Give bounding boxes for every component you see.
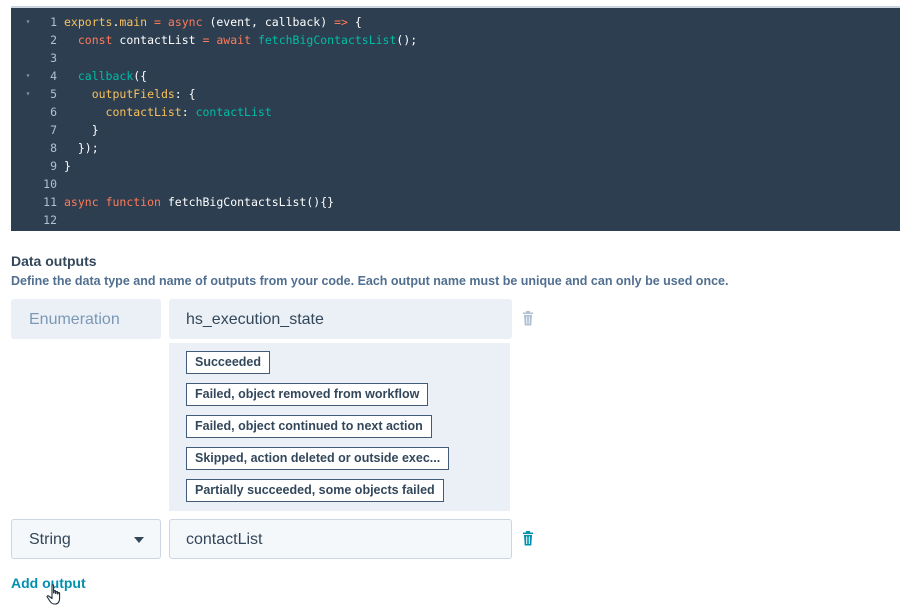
enumeration-option: Failed, object continued to next action <box>186 415 432 438</box>
output-type-select[interactable]: String <box>11 519 161 559</box>
code-token: async <box>167 15 203 29</box>
code-line[interactable]: 7 } <box>11 121 900 139</box>
output-type-selected-value: String <box>29 531 71 548</box>
code-line[interactable]: ▾ 1 exports.main = async (event, callback)… <box>11 13 900 31</box>
output-type-enumeration: Enumeration <box>11 299 161 339</box>
code-token: async <box>64 195 99 209</box>
code-line[interactable]: 3 <box>11 49 900 67</box>
code-line[interactable]: 6 contactList: contactList <box>11 103 900 121</box>
line-number: 9 <box>50 159 57 173</box>
code-editor[interactable]: ▾ 1 exports.main = async (event, callback)… <box>11 6 900 231</box>
code-token: }); <box>64 141 99 155</box>
code-line[interactable]: 9} <box>11 157 900 175</box>
fold-arrow-icon[interactable]: ▾ <box>23 85 33 103</box>
code-token: const <box>77 33 113 47</box>
fold-arrow-icon[interactable]: ▾ <box>23 13 33 31</box>
output-name-hs-execution-state: hs_execution_state <box>169 299 512 339</box>
code-token: contactList <box>195 105 272 119</box>
code-token: contactList <box>105 105 182 119</box>
code-token: : { <box>174 87 196 101</box>
line-number: 1 <box>50 15 57 29</box>
code-token: contactList <box>112 33 203 47</box>
code-token: main <box>119 15 148 29</box>
code-token: ({ <box>133 69 148 83</box>
hand-pointer-icon <box>46 584 61 605</box>
code-token: await <box>216 33 251 47</box>
code-token: } <box>64 123 99 137</box>
code-line[interactable]: ▾ 4 callback({ <box>11 67 900 85</box>
line-number: 4 <box>50 69 57 83</box>
line-number: 8 <box>50 141 57 155</box>
code-token: outputFields <box>91 87 175 101</box>
code-token: : <box>181 105 196 119</box>
code-token: } <box>64 159 71 173</box>
data-outputs-title: Data outputs <box>11 253 97 269</box>
code-token: (); <box>396 33 418 47</box>
code-line[interactable]: 8 }); <box>11 139 900 157</box>
enumeration-options-panel: Succeeded Failed, object removed from wor… <box>169 343 510 511</box>
trash-icon <box>523 311 533 326</box>
code-text: outputFields: { <box>64 85 196 103</box>
code-text: exports.main = async (event, callback) =… <box>64 13 362 31</box>
code-text: async function fetchBigContactsList(){} <box>64 193 334 211</box>
code-text: const contactList = await fetchBigContac… <box>64 31 417 49</box>
trash-icon[interactable] <box>521 531 535 547</box>
code-text: } <box>64 121 99 139</box>
code-token: => <box>334 15 348 29</box>
code-text: contactList: contactList <box>64 103 272 121</box>
code-line[interactable]: 11 async function fetchBigContactsList(){… <box>11 193 900 211</box>
code-token: { <box>347 15 362 29</box>
code-token: (event, callback) <box>202 15 335 29</box>
code-text: callback({ <box>64 67 147 85</box>
data-outputs-description: Define the data type and name of outputs… <box>11 274 729 288</box>
code-token: = <box>147 15 168 29</box>
code-text: } <box>64 157 71 175</box>
fold-arrow-icon[interactable]: ▾ <box>23 67 33 85</box>
enumeration-option: Failed, object removed from workflow <box>186 383 429 406</box>
enumeration-option: Succeeded <box>186 351 271 374</box>
code-token: fetchBigContactsList <box>257 33 397 47</box>
code-token: exports <box>64 15 113 29</box>
line-number: 5 <box>50 87 57 101</box>
line-number: 7 <box>50 123 57 137</box>
output-name-input[interactable]: contactList <box>169 519 512 559</box>
line-number: 12 <box>43 213 57 227</box>
code-line[interactable]: 2 const contactList = await fetchBigCont… <box>11 31 900 49</box>
line-number: 3 <box>50 51 57 65</box>
line-number: 11 <box>43 195 57 209</box>
chevron-down-icon <box>134 537 144 543</box>
line-number: 2 <box>50 33 57 47</box>
code-line[interactable]: 10 <box>11 175 900 193</box>
code-text: }); <box>64 139 99 157</box>
code-token: callback <box>77 69 134 83</box>
enumeration-option: Partially succeeded, some objects failed <box>186 479 444 502</box>
code-line[interactable]: 12 <box>11 211 900 229</box>
code-token: fetchBigContactsList(){} <box>160 195 335 209</box>
code-token: function <box>105 195 161 209</box>
enumeration-option: Skipped, action deleted or outside exec.… <box>186 447 450 470</box>
line-number: 10 <box>43 177 57 191</box>
code-line[interactable]: ▾ 5 outputFields: { <box>11 85 900 103</box>
line-number: 6 <box>50 105 57 119</box>
